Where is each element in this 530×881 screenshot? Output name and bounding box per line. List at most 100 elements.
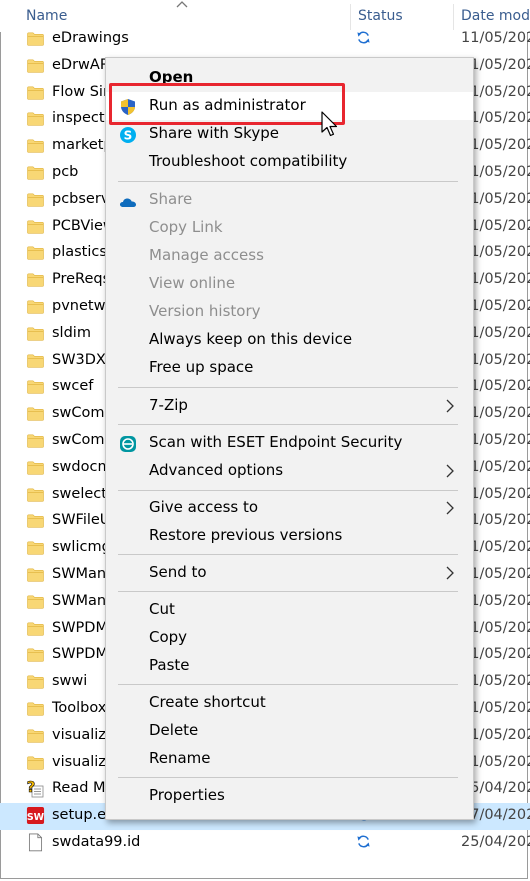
menu-item-label: Give access to <box>149 498 259 516</box>
menu-item-troubleshoot-compatibility[interactable]: Troubleshoot compatibility <box>106 148 473 176</box>
chevron-right-icon <box>446 566 454 580</box>
folder-icon <box>27 487 44 502</box>
file-icon <box>28 833 43 852</box>
menu-item-manage-access[interactable]: Manage access <box>106 242 473 270</box>
file-name: SWFileU <box>52 512 111 529</box>
menu-separator <box>118 554 458 555</box>
menu-item-label: Scan with ESET Endpoint Security <box>149 433 403 451</box>
menu-item-free-up-space[interactable]: Free up space <box>106 354 473 382</box>
chevron-right-icon <box>446 399 454 413</box>
folder-icon <box>27 567 44 582</box>
menu-item-label: Copy Link <box>149 218 223 236</box>
folder-icon <box>27 433 44 448</box>
file-name: swCom <box>52 405 105 422</box>
menu-item-label: Share <box>149 190 193 208</box>
menu-item-label: Rename <box>149 749 211 767</box>
folder-icon <box>27 701 44 716</box>
folder-icon <box>27 138 44 153</box>
menu-item-7zip[interactable]: 7-Zip <box>106 392 473 420</box>
menu-item-label: Delete <box>149 721 199 739</box>
file-row[interactable]: swdata99.id 25/04/202 <box>0 830 530 857</box>
solidworks-exe-icon: SW <box>26 806 45 825</box>
column-status[interactable]: Status <box>358 8 403 24</box>
menu-item-label: Paste <box>149 656 190 674</box>
menu-item-advanced-options[interactable]: Advanced options <box>106 457 473 485</box>
sync-icon <box>356 30 371 45</box>
menu-separator <box>118 591 458 592</box>
file-name: swdata99.id <box>52 834 141 850</box>
folder-icon <box>27 353 44 368</box>
menu-item-delete[interactable]: Delete <box>106 717 473 745</box>
menu-item-cut[interactable]: Cut <box>106 596 473 624</box>
menu-separator <box>118 181 458 182</box>
svg-text:SW: SW <box>27 812 45 823</box>
folder-icon <box>27 540 44 555</box>
menu-item-label: Manage access <box>149 246 264 264</box>
chevron-right-icon <box>446 464 454 478</box>
menu-item-copy[interactable]: Copy <box>106 624 473 652</box>
menu-item-paste[interactable]: Paste <box>106 652 473 680</box>
menu-item-eset-scan[interactable]: Scan with ESET Endpoint Security <box>106 429 473 457</box>
skype-icon: S <box>120 127 136 143</box>
file-name: swCom <box>52 432 105 448</box>
menu-item-properties[interactable]: Properties <box>106 782 473 810</box>
menu-item-label: Free up space <box>149 358 254 376</box>
folder-icon <box>27 245 44 260</box>
folder-icon <box>27 31 44 46</box>
menu-item-share[interactable]: Share <box>106 186 473 214</box>
menu-item-give-access[interactable]: Give access to <box>106 494 473 522</box>
menu-item-label: Restore previous versions <box>149 526 343 544</box>
menu-item-version-history[interactable]: Version history <box>106 298 473 326</box>
context-menu: Open Run as administrator S Share with S… <box>105 57 474 820</box>
svg-text:?: ? <box>27 778 36 796</box>
menu-item-label: 7-Zip <box>149 396 188 414</box>
menu-separator <box>118 387 458 388</box>
menu-item-label: Troubleshoot compatibility <box>149 152 348 170</box>
folder-icon <box>27 85 44 100</box>
column-name[interactable]: Name <box>26 8 67 24</box>
menu-item-label: Share with Skype <box>149 124 279 142</box>
menu-item-always-keep[interactable]: Always keep on this device <box>106 326 473 354</box>
svg-text:S: S <box>124 129 133 143</box>
folder-icon <box>27 272 44 287</box>
folder-icon <box>27 460 44 475</box>
menu-item-label: Always keep on this device <box>149 330 353 348</box>
folder-icon <box>27 594 44 609</box>
highlight-box <box>109 83 345 125</box>
folder-icon <box>27 165 44 180</box>
folder-icon <box>27 674 44 689</box>
folder-icon <box>27 192 44 207</box>
menu-item-send-to[interactable]: Send to <box>106 559 473 587</box>
sync-icon <box>356 834 371 849</box>
menu-item-create-shortcut[interactable]: Create shortcut <box>106 689 473 717</box>
file-name: PreReqs <box>52 271 111 288</box>
folder-icon <box>27 647 44 662</box>
file-name: swelect <box>52 485 107 502</box>
file-date: 25/04/202 <box>461 834 530 850</box>
file-row[interactable]: eDrawings 11/05/202 <box>0 26 530 53</box>
menu-item-label: View online <box>149 274 236 292</box>
onedrive-cloud-icon <box>119 198 137 207</box>
menu-separator <box>118 424 458 425</box>
folder-icon <box>27 58 44 73</box>
menu-item-label: Create shortcut <box>149 693 266 711</box>
column-date-modified[interactable]: Date mod <box>461 8 530 24</box>
menu-item-restore-previous-versions[interactable]: Restore previous versions <box>106 522 473 550</box>
folder-icon <box>27 621 44 636</box>
file-name: SWPDM <box>52 619 108 636</box>
menu-item-copy-link[interactable]: Copy Link <box>106 214 473 242</box>
file-name: eDrwAP <box>52 56 109 73</box>
menu-item-label: Version history <box>149 302 261 320</box>
folder-icon <box>27 755 44 770</box>
menu-item-rename[interactable]: Rename <box>106 745 473 773</box>
file-date: 11/05/202 <box>461 30 530 46</box>
folder-icon <box>27 406 44 421</box>
sort-ascending-icon <box>176 1 188 8</box>
chevron-right-icon <box>446 501 454 515</box>
file-name: eDrawings <box>52 30 129 46</box>
menu-item-view-online[interactable]: View online <box>106 270 473 298</box>
folder-icon <box>27 379 44 394</box>
folder-icon <box>27 513 44 528</box>
file-name: SWPDM <box>52 646 108 663</box>
file-name: swlicmg <box>52 539 111 556</box>
